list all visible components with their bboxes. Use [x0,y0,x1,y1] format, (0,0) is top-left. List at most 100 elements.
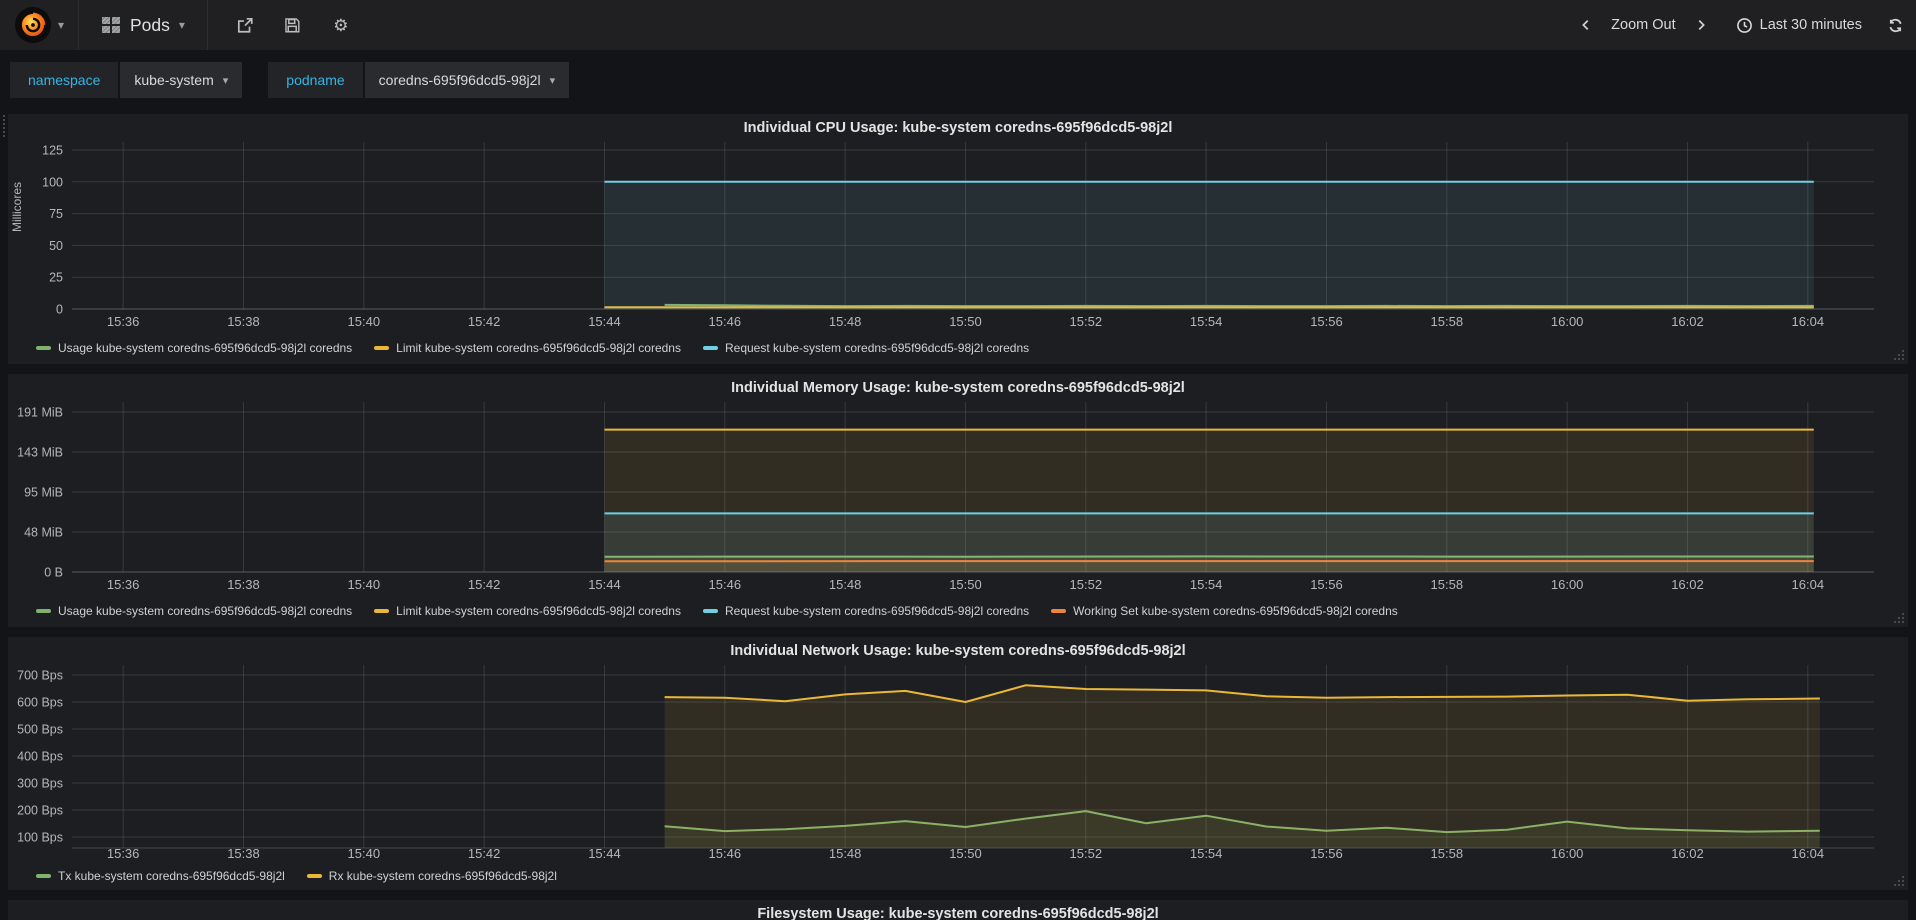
legend-item[interactable]: Tx kube-system coredns-695f96dcd5-98j2l [36,869,285,883]
save-button[interactable] [282,14,304,36]
x-tick-label: 15:36 [107,846,140,861]
panel-title-cpu[interactable]: Individual CPU Usage: kube-system coredn… [8,114,1908,142]
legend-swatch-icon [36,874,51,878]
y-tick-label: 50 [49,239,63,253]
template-variables-row: namespace kube-system ▾ podname coredns-… [10,62,1916,98]
x-tick-label: 15:40 [348,577,381,592]
legend-item[interactable]: Request kube-system coredns-695f96dcd5-9… [702,604,1030,618]
y-tick-label: 300 Bps [17,777,63,791]
x-tick-label: 15:38 [227,846,260,861]
grafana-menu-button[interactable]: ▾ [0,0,78,50]
legend-item[interactable]: Rx kube-system coredns-695f96dcd5-98j2l [306,869,557,883]
legend-label: Request kube-system coredns-695f96dcd5-9… [724,341,1030,355]
x-tick-label: 15:40 [348,846,381,861]
panel-resize-handle[interactable] [1893,349,1905,361]
share-button[interactable] [234,14,256,36]
x-tick-label: 15:56 [1310,846,1343,861]
x-tick-label: 15:48 [829,577,862,592]
legend-swatch-icon [702,609,718,613]
legend-label: Usage kube-system coredns-695f96dcd5-98j… [58,341,353,355]
legend-swatch-icon [36,346,51,350]
y-axis-label-millicores: Millicores [10,181,24,232]
legend-swatch-icon [374,609,390,613]
y-tick-label: 100 Bps [17,831,63,845]
legend-swatch-icon [702,346,718,350]
x-tick-label: 15:42 [468,846,501,861]
variable-value-namespace[interactable]: kube-system ▾ [120,62,243,98]
refresh-icon [1889,18,1901,32]
x-tick-label: 16:04 [1792,846,1825,861]
x-tick-label: 15:54 [1190,314,1223,329]
time-range-picker[interactable]: Last 30 minutes [1736,17,1862,34]
panel-cpu-usage: Individual CPU Usage: kube-system coredn… [8,114,1908,364]
legend-label: Limit kube-system coredns-695f96dcd5-98j… [396,604,681,618]
legend-label: Limit kube-system coredns-695f96dcd5-98j… [396,341,681,355]
panel-title-filesystem[interactable]: Filesystem Usage: kube-system coredns-69… [8,900,1908,920]
share-icon [237,17,253,33]
x-tick-label: 15:50 [949,314,982,329]
legend-label: Request kube-system coredns-695f96dcd5-9… [724,604,1030,618]
y-tick-label: 25 [49,271,63,285]
panel-resize-handle[interactable] [1893,612,1905,624]
legend-item[interactable]: Usage kube-system coredns-695f96dcd5-98j… [36,341,352,355]
cpu-legend: Usage kube-system coredns-695f96dcd5-98j… [8,337,1908,359]
memory-chart[interactable]: 0 B 48 MiB 95 MiB 143 MiB 191 MiB 15:36 15:38 1… [8,402,1908,600]
legend-item[interactable]: Usage kube-system coredns-695f96dcd5-98j… [36,604,352,618]
y-tick-label: 75 [49,207,63,221]
y-tick-label: 100 [42,175,63,189]
cpu-chart[interactable]: 0 25 50 75 100 125 15:36 15:38 15:40 15:42 15:44 15… [8,142,1908,337]
variable-label-podname: podname [268,62,363,98]
time-shift-back-button[interactable] [1575,14,1597,36]
y-tick-label: 0 [56,303,63,317]
panel-network-usage: Individual Network Usage: kube-system co… [8,637,1908,890]
network-chart[interactable]: 100 Bps 200 Bps 300 Bps 400 Bps 500 Bps 600 B… [8,665,1908,865]
legend-item[interactable]: Limit kube-system coredns-695f96dcd5-98j… [374,604,681,618]
legend-swatch-icon [306,874,322,878]
y-tick-label: 143 MiB [17,446,63,460]
x-tick-label: 16:00 [1551,577,1584,592]
legend-swatch-icon [374,346,390,350]
refresh-button[interactable] [1884,14,1906,36]
panel-filesystem-usage: Filesystem Usage: kube-system coredns-69… [8,900,1908,920]
network-legend: Tx kube-system coredns-695f96dcd5-98j2l R… [8,865,1908,887]
x-tick-label: 16:04 [1792,314,1825,329]
panel-title-network[interactable]: Individual Network Usage: kube-system co… [8,637,1908,665]
legend-label: Working Set kube-system coredns-695f96dc… [1073,604,1398,618]
y-tick-label: 95 MiB [24,486,63,500]
dashboard-title: Pods [130,14,170,35]
settings-button[interactable]: ⚙ [330,14,352,36]
legend-item[interactable]: Limit kube-system coredns-695f96dcd5-98j… [374,341,681,355]
panel-title-memory[interactable]: Individual Memory Usage: kube-system cor… [8,374,1908,402]
x-tick-label: 15:52 [1070,577,1103,592]
x-tick-label: 15:58 [1431,846,1464,861]
chevron-down-icon: ▾ [222,74,229,87]
legend-item[interactable]: Request kube-system coredns-695f96dcd5-9… [702,341,1030,355]
x-tick-label: 16:04 [1792,577,1825,592]
zoom-out-button[interactable]: Zoom Out [1611,17,1675,33]
variable-value-text: kube-system [134,72,214,88]
legend-label: Tx kube-system coredns-695f96dcd5-98j2l [58,869,285,883]
x-tick-label: 15:54 [1190,577,1223,592]
legend-label: Usage kube-system coredns-695f96dcd5-98j… [58,604,353,618]
x-tick-label: 15:40 [348,314,381,329]
legend-label: Rx kube-system coredns-695f96dcd5-98j2l [328,869,557,883]
save-icon [285,17,300,33]
y-tick-label: 500 Bps [17,723,63,737]
y-tick-label: 0 B [44,566,63,580]
y-tick-label: 700 Bps [17,669,63,683]
row-drag-handle[interactable] [1,115,7,137]
x-tick-label: 15:44 [588,577,621,592]
legend-item[interactable]: Working Set kube-system coredns-695f96dc… [1051,604,1398,618]
variable-value-podname[interactable]: coredns-695f96dcd5-98j2l ▾ [364,62,570,98]
y-tick-label: 191 MiB [17,406,63,420]
time-shift-forward-button[interactable] [1690,14,1712,36]
x-tick-label: 15:36 [107,314,140,329]
x-tick-label: 15:52 [1070,314,1103,329]
x-tick-label: 15:56 [1310,577,1343,592]
dashboard-picker[interactable]: Pods ▾ [79,0,207,50]
dashboard-grid-icon [102,17,120,33]
series-fill [604,181,1814,309]
y-tick-label: 125 [42,144,63,158]
panel-resize-handle[interactable] [1893,875,1905,887]
chevron-down-icon: ▾ [57,18,65,32]
